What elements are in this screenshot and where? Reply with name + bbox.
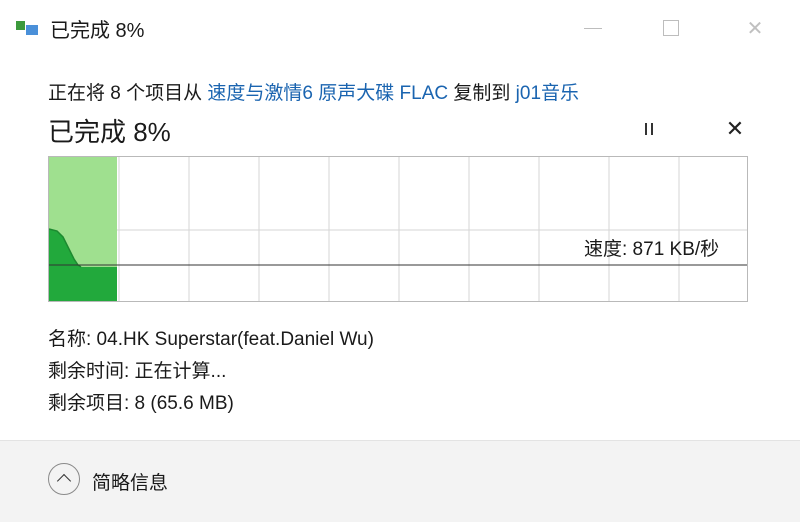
close-icon: ✕ xyxy=(725,116,745,141)
speed-graph-svg xyxy=(49,157,747,301)
close-icon: ✕ xyxy=(746,17,764,40)
title-bar: 已完成 8% ✕ xyxy=(0,0,800,56)
speed-label: 速度: 871 KB/秒 xyxy=(584,239,720,260)
window-close-button[interactable]: ✕ xyxy=(732,8,778,48)
progress-heading: 已完成 8% xyxy=(48,117,171,147)
source-folder-link[interactable]: 速度与激情6 原声大碟 FLAC xyxy=(207,83,448,104)
file-name-label: 名称: 04.HK Superstar(feat.Daniel Wu) xyxy=(48,329,374,350)
window-title: 已完成 8% xyxy=(50,20,145,42)
minimize-icon xyxy=(584,27,602,29)
copy-prefix: 正在将 8 个项目从 xyxy=(48,83,208,104)
destination-folder-link[interactable]: j01音乐 xyxy=(516,83,579,104)
pause-icon xyxy=(645,123,647,135)
chevron-up-icon xyxy=(56,473,72,489)
footer: 简略信息 xyxy=(0,441,800,522)
collapse-details-label[interactable]: 简略信息 xyxy=(92,468,168,495)
items-remaining-label: 剩余项目: 8 (65.6 MB) xyxy=(48,393,234,414)
minimize-button[interactable] xyxy=(570,8,616,48)
cancel-button[interactable]: ✕ xyxy=(722,116,748,142)
pause-button[interactable] xyxy=(636,116,662,142)
copy-progress-icon xyxy=(16,19,40,37)
maximize-icon xyxy=(663,20,679,36)
maximize-button[interactable] xyxy=(648,8,694,48)
time-remaining-label: 剩余时间: 正在计算... xyxy=(48,361,227,382)
collapse-details-button[interactable] xyxy=(48,463,80,495)
transfer-speed-graph xyxy=(48,156,748,302)
copy-middle: 复制到 xyxy=(448,83,516,104)
copy-description: 正在将 8 个项目从 速度与激情6 原声大碟 FLAC 复制到 j01音乐 xyxy=(48,78,579,105)
